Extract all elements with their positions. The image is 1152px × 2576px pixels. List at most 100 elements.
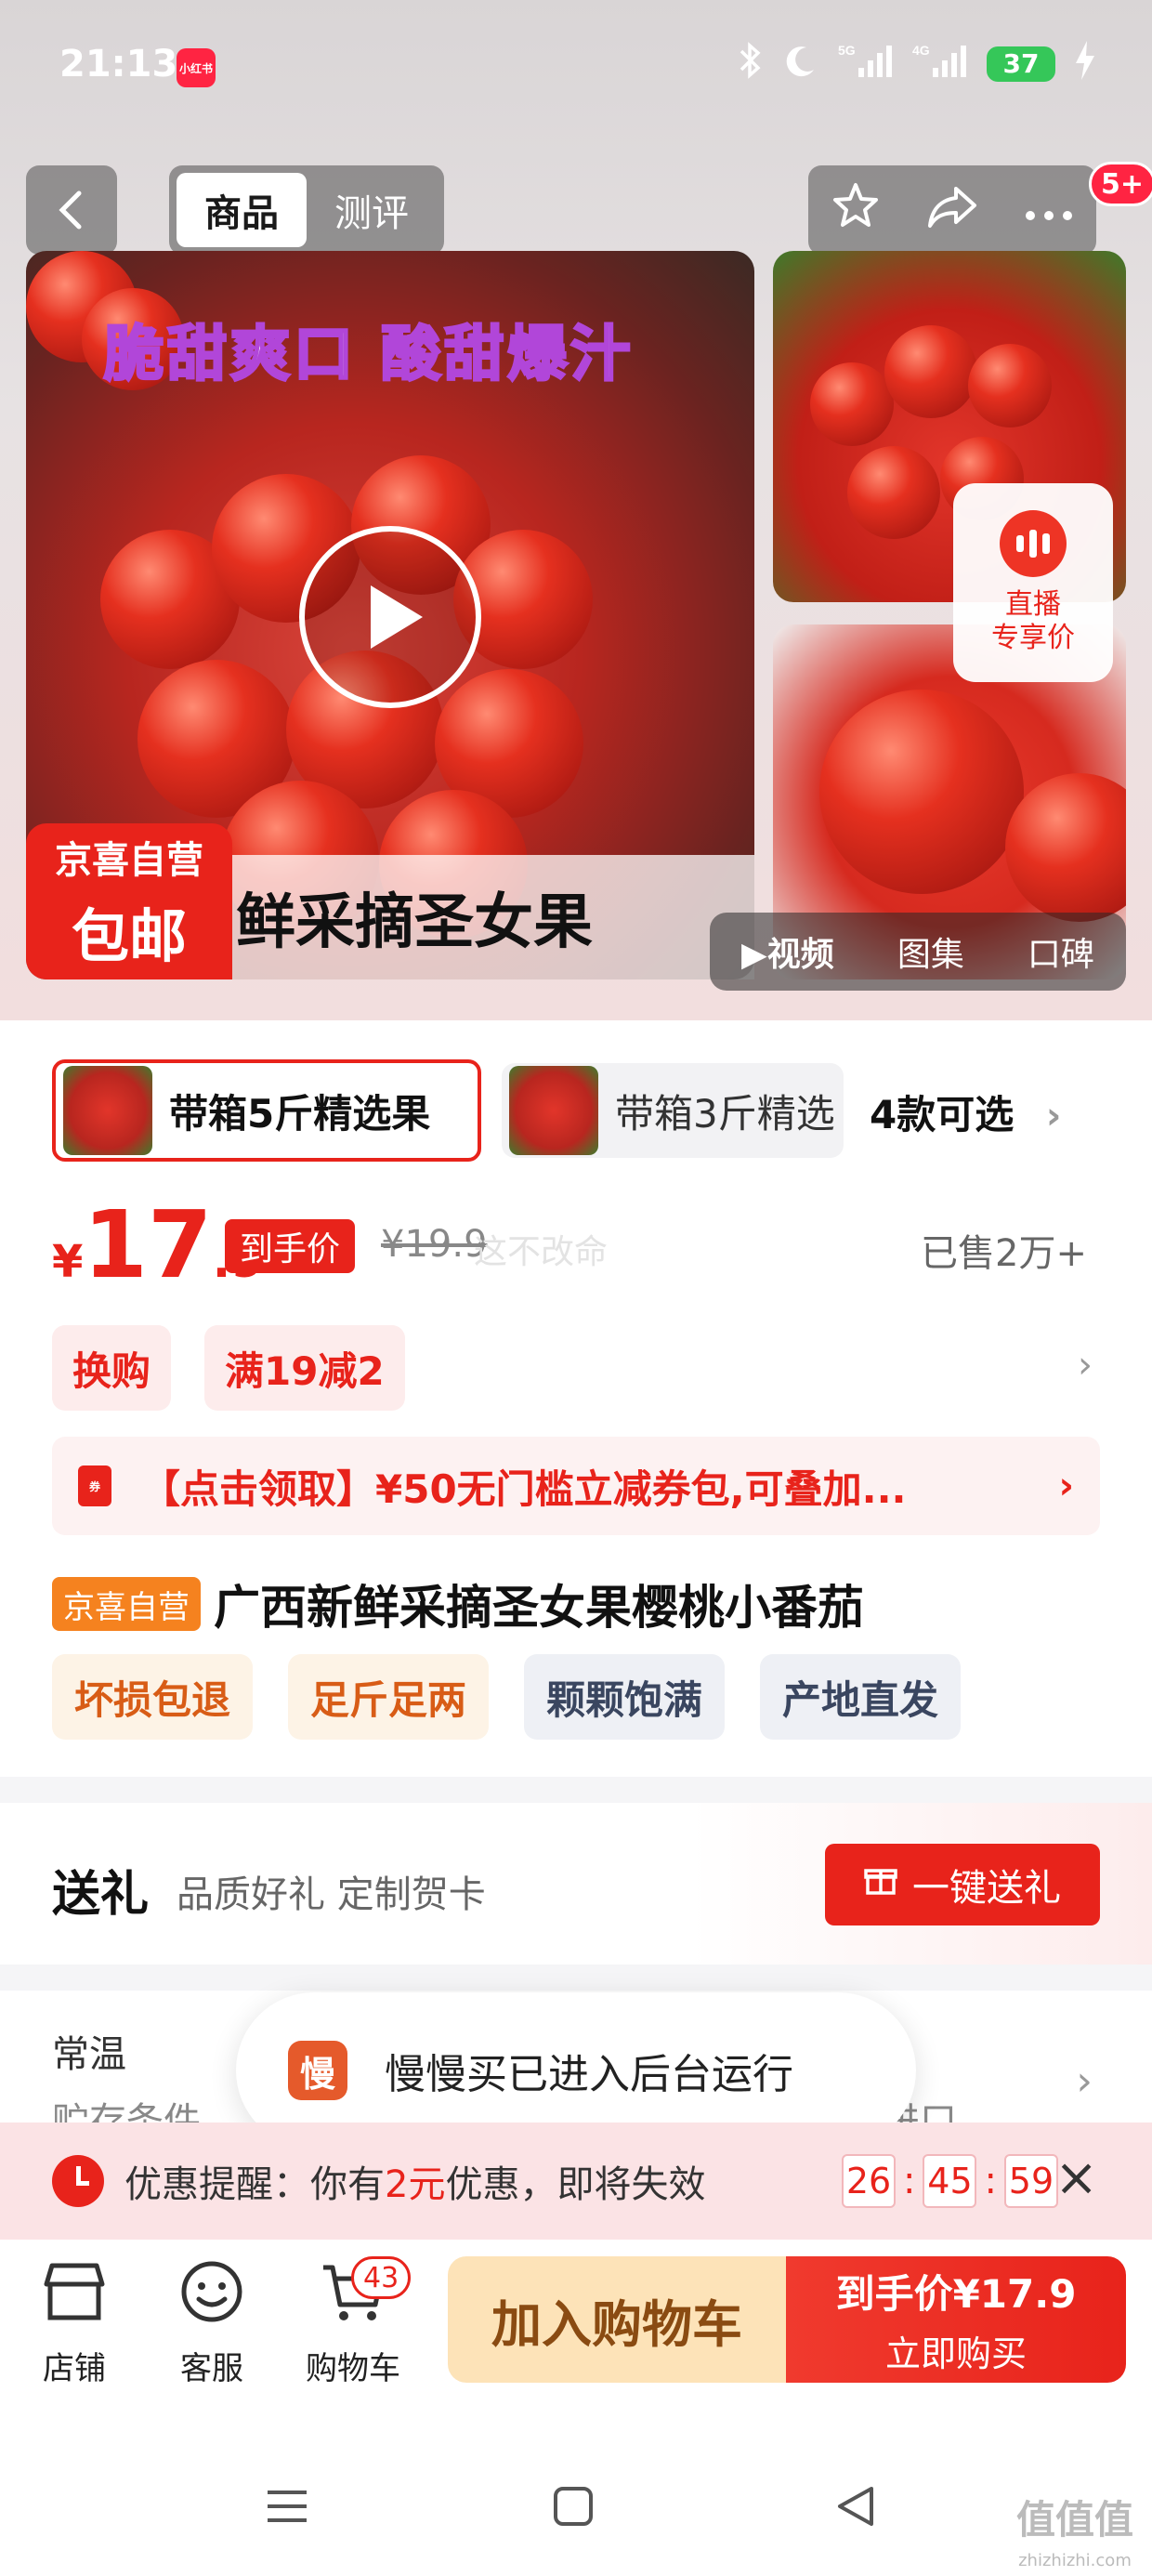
play-icon xyxy=(371,585,423,649)
countdown-seconds: 59 xyxy=(1003,2154,1058,2208)
feature-chip: 产地直发 xyxy=(760,1654,962,1740)
cart-count-badge: 43 xyxy=(351,2256,412,2299)
product-title: 广西新鲜采摘圣女果樱桃小番茄 xyxy=(214,1581,864,1635)
manmanmai-app-icon: 慢 xyxy=(288,2041,347,2100)
reminder-amount: 2元 xyxy=(385,2163,446,2206)
variant-label: 带箱5斤精选果 xyxy=(169,1090,431,1137)
variant-thumbnail xyxy=(509,1066,598,1155)
price-symbol: ¥ xyxy=(52,1236,84,1288)
play-small-icon: ▶ xyxy=(741,936,767,974)
feature-chip: 足斤足两 xyxy=(288,1654,490,1740)
live-bars-icon xyxy=(1000,510,1067,577)
countdown-minutes: 45 xyxy=(923,2154,977,2208)
signal-5g-icon: 5G xyxy=(838,42,894,85)
image-caption: 鲜采摘圣女果 xyxy=(223,855,754,979)
variant-option[interactable]: 带箱3斤精选 xyxy=(502,1063,844,1158)
badge-line2: 包邮 xyxy=(71,902,187,970)
chevron-left-icon xyxy=(59,191,82,230)
feature-chip: 颗颗饱满 xyxy=(524,1654,726,1740)
sold-count: 已售2万+ xyxy=(921,1232,1087,1275)
service-smile-icon xyxy=(177,2256,247,2335)
tomato-illustration xyxy=(819,690,1024,894)
section-divider xyxy=(0,1965,1152,1991)
chevron-right-icon[interactable]: › xyxy=(1076,2057,1093,2105)
tomato-illustration xyxy=(810,362,894,446)
top-actions xyxy=(808,165,1096,255)
svg-text:5G: 5G xyxy=(838,43,856,58)
customer-service-button[interactable]: 客服 xyxy=(156,2256,268,2388)
coupon-text: 【点击领取】¥50无门槛立减券包,可叠加... xyxy=(141,1465,907,1512)
gift-icon xyxy=(864,1863,897,1906)
gift-title: 送礼 xyxy=(52,1867,150,1923)
jingxi-freeshipping-badge: 京喜自营 包邮 xyxy=(26,823,232,979)
coupon-bar[interactable]: 券 【点击领取】¥50无门槛立减券包,可叠加... › xyxy=(52,1437,1100,1535)
close-icon[interactable]: × xyxy=(1054,2152,1098,2204)
toast-text: 慢慢买已进入后台运行 xyxy=(385,2051,793,2098)
chevron-right-icon: › xyxy=(1045,1095,1062,1137)
shop-button[interactable]: 店铺 xyxy=(19,2256,130,2388)
variant-option-selected[interactable]: 带箱5斤精选果 xyxy=(52,1059,481,1162)
buy-now-button[interactable]: 到手价¥17.9 立即购买 xyxy=(786,2256,1126,2383)
watermark-inline: 这不改命 xyxy=(474,1233,609,1271)
tomato-illustration xyxy=(968,344,1052,427)
moon-icon xyxy=(782,42,819,85)
media-tab-video[interactable]: ▶视频 xyxy=(741,927,834,976)
live-label-2: 专享价 xyxy=(991,622,1075,654)
variant-count[interactable]: 4款可选 › xyxy=(870,1084,1061,1140)
feature-chip: 坏损包退 xyxy=(52,1654,254,1740)
watermark-logo: 值值值 zhizhizhi.com xyxy=(1015,2497,1133,2571)
share-icon[interactable] xyxy=(924,179,980,242)
more-icon[interactable] xyxy=(1023,185,1075,235)
status-icons: 5G 4G 37 xyxy=(738,41,1096,86)
add-to-cart-button[interactable]: 加入购物车 xyxy=(448,2256,786,2383)
product-title-row: 京喜自营 广西新鲜采摘圣女果樱桃小番茄 xyxy=(52,1571,864,1637)
home-icon[interactable] xyxy=(550,2483,596,2533)
media-tab-gallery[interactable]: 图集 xyxy=(897,927,964,976)
reminder-text: 优惠提醒：你有2元优惠，即将失效 xyxy=(124,2163,706,2206)
status-time: 21:13 xyxy=(59,43,178,85)
price-integer: 17 xyxy=(83,1190,213,1299)
back-button[interactable] xyxy=(26,165,117,255)
section-divider xyxy=(0,1777,1152,1803)
gift-subtitle: 品质好礼 定制贺卡 xyxy=(177,1873,486,1916)
variant-thumbnail xyxy=(63,1066,152,1155)
media-tab-reviews[interactable]: 口碑 xyxy=(1028,927,1094,976)
charging-icon xyxy=(1074,41,1096,86)
more-badge: 5+ xyxy=(1089,162,1152,206)
media-tabs: ▶视频 图集 口碑 xyxy=(710,913,1126,991)
variant-label: 带箱3斤精选 xyxy=(615,1090,835,1137)
battery-indicator: 37 xyxy=(987,46,1055,82)
app-notification-icon: 小红书 xyxy=(177,48,216,87)
badge-line1: 京喜自营 xyxy=(55,839,203,882)
tomato-illustration xyxy=(847,446,940,539)
back-triangle-icon[interactable] xyxy=(832,2483,879,2533)
tomato-illustration xyxy=(884,325,977,418)
svg-text:4G: 4G xyxy=(912,43,930,58)
countdown-timer: 26 : 45 : 59 xyxy=(842,2154,1058,2208)
chevron-right-icon: › xyxy=(1058,1465,1074,1507)
tab-review[interactable]: 测评 xyxy=(307,173,437,247)
jingxi-tag: 京喜自营 xyxy=(52,1577,201,1631)
menu-icon[interactable] xyxy=(264,2483,310,2533)
tab-product[interactable]: 商品 xyxy=(177,173,307,247)
clock-icon xyxy=(52,2155,104,2207)
coupon-icon: 券 xyxy=(78,1465,111,1506)
original-price: ¥19.9 xyxy=(381,1223,488,1266)
image-slogan: 脆甜爽口 酸甜爆汁 xyxy=(102,320,635,391)
countdown-hours: 26 xyxy=(842,2154,896,2208)
final-price-tag: 到手价 xyxy=(225,1219,356,1273)
live-exclusive-price-chip[interactable]: 直播 专享价 xyxy=(953,483,1113,682)
favorite-star-icon[interactable] xyxy=(830,179,882,242)
one-click-gift-button[interactable]: 一键送礼 xyxy=(825,1844,1100,1925)
bluetooth-icon xyxy=(738,42,764,85)
top-tabs: 商品 测评 xyxy=(169,165,444,255)
promo-discount[interactable]: 满19减2 xyxy=(204,1325,405,1411)
promo-exchange[interactable]: 换购 xyxy=(52,1325,172,1411)
buy-label: 立即购买 xyxy=(884,2333,1027,2374)
chevron-right-icon[interactable]: › xyxy=(1078,1344,1093,1387)
store-icon xyxy=(39,2256,110,2335)
live-label-1: 直播 xyxy=(1005,588,1061,621)
play-video-button[interactable] xyxy=(299,526,481,708)
storage-label: 常温 xyxy=(52,2033,126,2076)
buy-price: 到手价¥17.9 xyxy=(835,2271,1077,2317)
